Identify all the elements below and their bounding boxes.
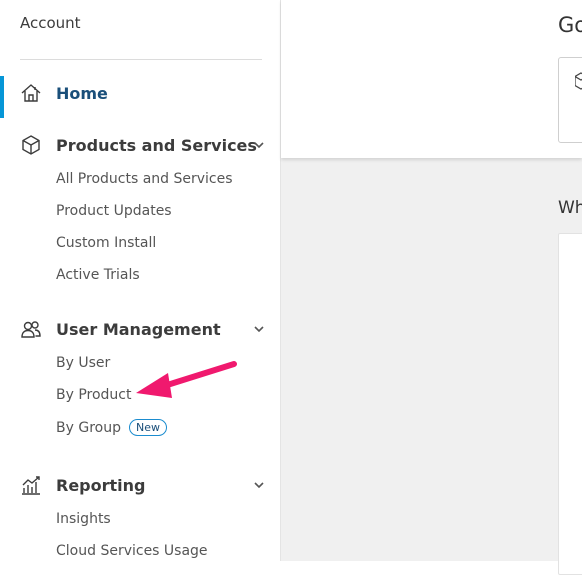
main-header-panel <box>281 0 582 158</box>
subitem-custom-install[interactable]: Custom Install <box>56 235 156 251</box>
subitem-by-product[interactable]: By Product <box>56 387 132 403</box>
content-background <box>281 158 582 561</box>
chevron-down-icon[interactable] <box>252 478 266 492</box>
page-heading: Go <box>558 13 582 37</box>
users-icon <box>20 318 42 340</box>
sidebar: Account Home Products and Services All P… <box>0 0 281 561</box>
divider <box>20 59 262 60</box>
sidebar-item-reporting[interactable]: Reporting <box>20 473 268 497</box>
chevron-down-icon[interactable] <box>252 322 266 336</box>
sidebar-item-label: Products and Services <box>56 135 257 155</box>
chart-icon <box>20 474 42 496</box>
new-badge: New <box>128 419 167 436</box>
sidebar-item-label: Reporting <box>56 475 146 495</box>
sidebar-item-home[interactable]: Home <box>20 81 268 105</box>
subitem-by-user[interactable]: By User <box>56 355 110 371</box>
sidebar-item-label: User Management <box>56 319 221 339</box>
sidebar-item-label: Home <box>56 83 108 103</box>
subitem-product-updates[interactable]: Product Updates <box>56 203 172 219</box>
section-heading: Wh <box>558 198 582 218</box>
content-card <box>558 233 582 575</box>
box-icon <box>575 72 582 90</box>
account-title: Account <box>20 14 81 32</box>
subitem-all-products[interactable]: All Products and Services <box>56 171 233 187</box>
active-indicator <box>0 76 4 118</box>
subitem-insights[interactable]: Insights <box>56 511 111 527</box>
box-icon <box>20 134 42 156</box>
subitem-by-group[interactable]: By Group New <box>56 419 167 436</box>
subitem-cloud-services-usage[interactable]: Cloud Services Usage <box>56 543 208 559</box>
annotation-arrow <box>136 361 237 398</box>
chevron-down-icon[interactable] <box>252 138 266 152</box>
top-card[interactable] <box>558 57 582 143</box>
subitem-active-trials[interactable]: Active Trials <box>56 267 140 283</box>
home-icon <box>20 82 42 104</box>
subitem-label: By Group <box>56 419 121 436</box>
sidebar-item-products-and-services[interactable]: Products and Services <box>20 133 268 157</box>
sidebar-item-user-management[interactable]: User Management <box>20 317 268 341</box>
